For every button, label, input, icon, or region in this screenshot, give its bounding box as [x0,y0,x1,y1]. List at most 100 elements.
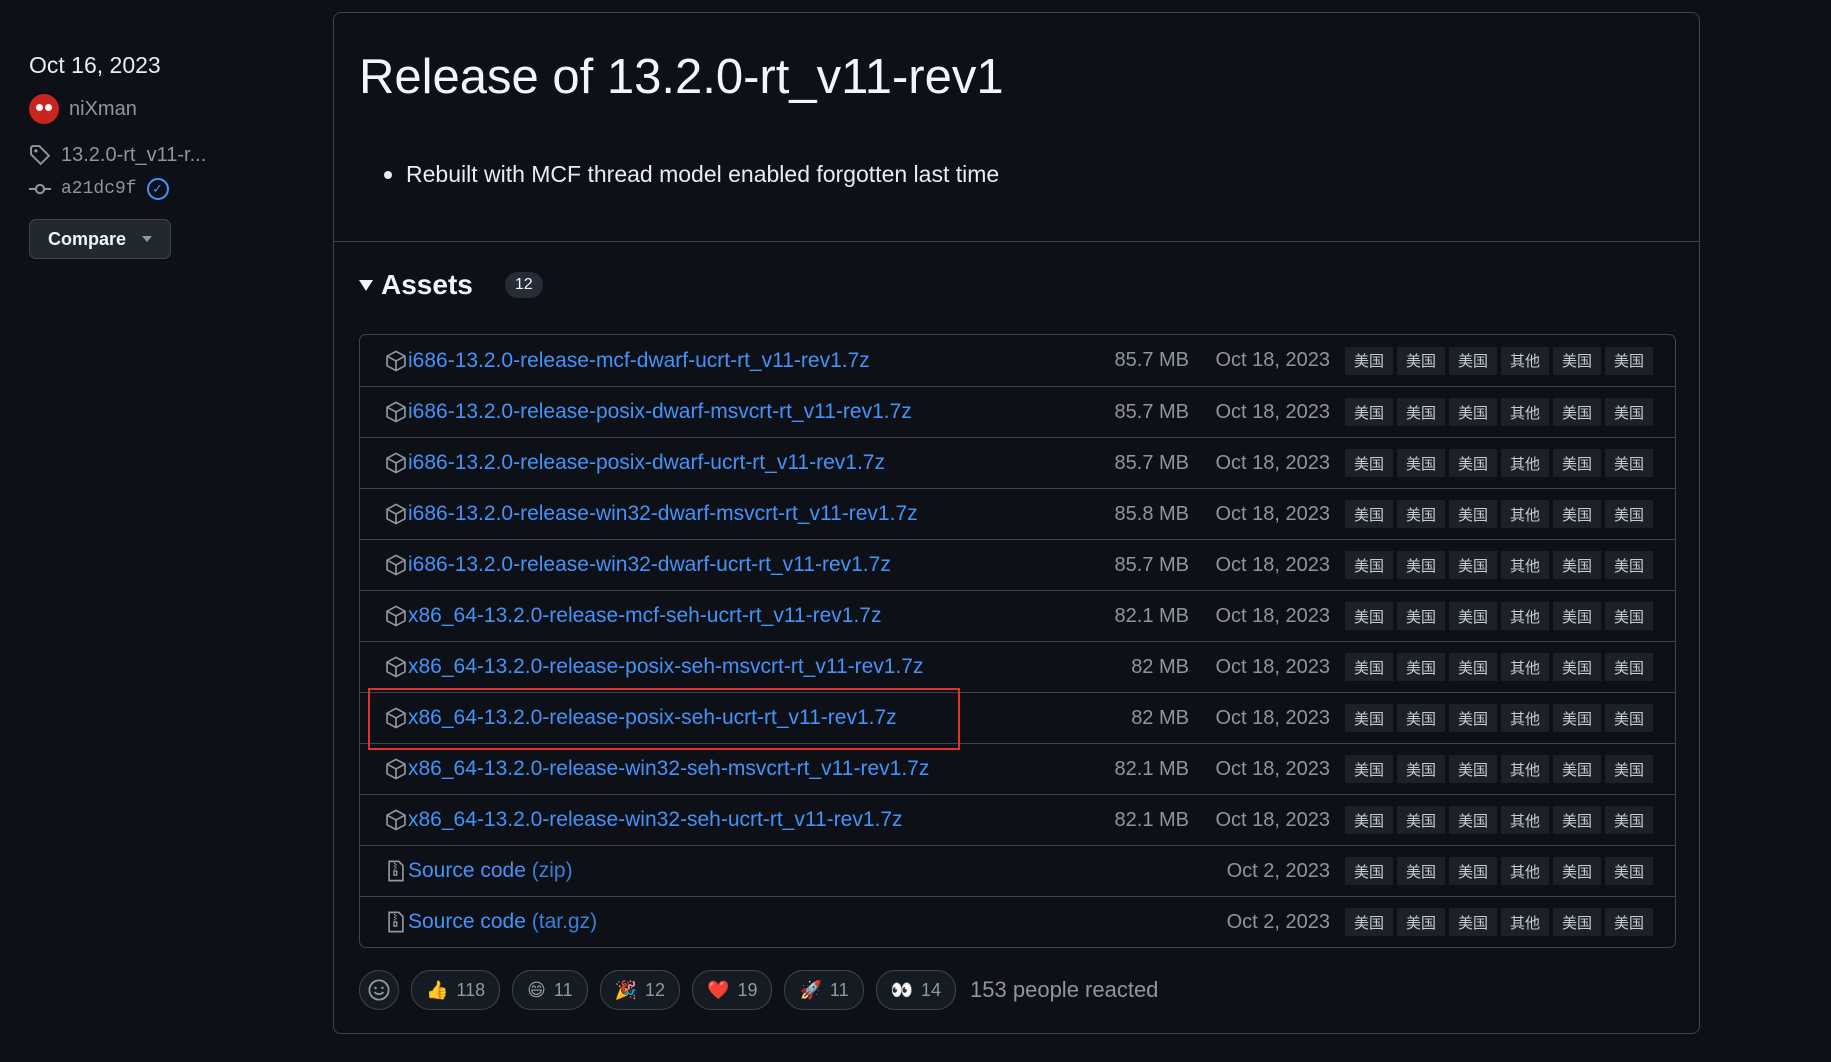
mirror-link[interactable]: 美国 [1397,346,1445,375]
mirror-link[interactable]: 美国 [1553,806,1601,834]
mirror-link[interactable]: 其他 [1501,346,1549,375]
mirror-link[interactable]: 美国 [1397,653,1445,681]
mirror-link[interactable]: 美国 [1553,908,1601,936]
asset-link[interactable]: Source code (tar.gz) [408,910,597,934]
assets-toggle[interactable]: Assets 12 [359,269,543,301]
mirror-link[interactable]: 美国 [1605,398,1653,426]
mirror-link[interactable]: 其他 [1501,653,1549,681]
mirror-link[interactable]: 美国 [1397,755,1445,783]
mirror-link[interactable]: 美国 [1449,346,1497,375]
mirror-link[interactable]: 美国 [1605,857,1653,885]
mirror-link[interactable]: 美国 [1605,908,1653,936]
mirror-link[interactable]: 美国 [1397,551,1445,579]
mirror-link[interactable]: 美国 [1605,755,1653,783]
compare-button[interactable]: Compare [29,219,172,259]
mirror-link[interactable]: 美国 [1345,449,1393,477]
mirror-link[interactable]: 美国 [1397,908,1445,936]
mirror-link[interactable]: 美国 [1397,704,1445,732]
asset-link[interactable]: i686-13.2.0-release-win32-dwarf-ucrt-rt_… [408,553,891,577]
mirror-link[interactable]: 美国 [1397,806,1445,834]
asset-link[interactable]: x86_64-13.2.0-release-win32-seh-ucrt-rt_… [408,808,903,832]
mirror-link[interactable]: 美国 [1397,857,1445,885]
mirror-link[interactable]: 美国 [1397,602,1445,630]
mirror-link[interactable]: 美国 [1345,500,1393,528]
mirror-link[interactable]: 其他 [1501,908,1549,936]
asset-link[interactable]: i686-13.2.0-release-posix-dwarf-ucrt-rt_… [408,451,885,475]
mirror-link[interactable]: 其他 [1501,602,1549,630]
mirror-link[interactable]: 美国 [1449,398,1497,426]
mirror-link[interactable]: 美国 [1345,857,1393,885]
asset-link[interactable]: Source code (zip) [408,859,573,883]
mirror-link[interactable]: 美国 [1553,653,1601,681]
avatar[interactable] [29,94,59,124]
mirror-link[interactable]: 美国 [1345,908,1393,936]
reaction-heart[interactable]: ❤️ 19 [692,970,773,1010]
mirror-link[interactable]: 美国 [1553,704,1601,732]
mirror-link[interactable]: 美国 [1345,398,1393,426]
mirror-link[interactable]: 其他 [1501,857,1549,885]
mirror-link[interactable]: 美国 [1605,653,1653,681]
mirror-link[interactable]: 美国 [1605,449,1653,477]
mirror-link[interactable]: 美国 [1553,449,1601,477]
mirror-link[interactable]: 美国 [1553,346,1601,375]
mirror-link[interactable]: 美国 [1397,398,1445,426]
mirror-link[interactable]: 美国 [1449,602,1497,630]
tag-name[interactable]: 13.2.0-rt_v11-r... [61,144,206,167]
tag-row[interactable]: 13.2.0-rt_v11-r... [29,139,299,171]
reaction-smile[interactable]: 😄 11 [512,970,588,1010]
mirror-link[interactable]: 美国 [1449,755,1497,783]
mirror-link[interactable]: 美国 [1449,551,1497,579]
mirror-link[interactable]: 其他 [1501,500,1549,528]
mirror-link[interactable]: 美国 [1397,449,1445,477]
mirror-link[interactable]: 美国 [1553,398,1601,426]
mirror-link[interactable]: 美国 [1449,449,1497,477]
mirror-link[interactable]: 其他 [1501,449,1549,477]
reaction-eyes[interactable]: 👀 14 [875,970,957,1010]
mirror-link[interactable]: 美国 [1345,602,1393,630]
verified-icon[interactable]: ✓ [146,178,169,200]
mirror-link[interactable]: 美国 [1605,346,1653,375]
mirror-link[interactable]: 美国 [1449,857,1497,885]
commit-row[interactable]: a21dc9f ✓ [29,173,299,205]
mirror-link[interactable]: 美国 [1345,806,1393,834]
mirror-link[interactable]: 美国 [1449,806,1497,834]
mirror-link[interactable]: 美国 [1553,602,1601,630]
reaction-rocket[interactable]: 🚀 11 [784,970,864,1010]
mirror-link[interactable]: 美国 [1345,704,1393,732]
author-row[interactable]: niXman [29,93,299,125]
release-title[interactable]: Release of 13.2.0-rt_v11-rev1 [359,49,1004,105]
mirror-link[interactable]: 美国 [1345,653,1393,681]
mirror-link[interactable]: 其他 [1501,551,1549,579]
reaction-tada[interactable]: 🎉 12 [599,970,681,1010]
mirror-link[interactable]: 美国 [1553,857,1601,885]
asset-link[interactable]: x86_64-13.2.0-release-win32-seh-msvcrt-r… [408,757,929,781]
mirror-link[interactable]: 美国 [1553,500,1601,528]
asset-link[interactable]: x86_64-13.2.0-release-mcf-seh-ucrt-rt_v1… [408,604,881,628]
asset-link[interactable]: i686-13.2.0-release-win32-dwarf-msvcrt-r… [408,502,918,526]
add-reaction-button[interactable] [359,970,399,1010]
commit-sha[interactable]: a21dc9f [61,179,137,199]
mirror-link[interactable]: 美国 [1449,908,1497,936]
mirror-link[interactable]: 其他 [1501,806,1549,834]
mirror-link[interactable]: 美国 [1449,653,1497,681]
mirror-link[interactable]: 美国 [1605,704,1653,732]
mirror-link[interactable]: 美国 [1397,500,1445,528]
mirror-link[interactable]: 美国 [1553,551,1601,579]
asset-link[interactable]: i686-13.2.0-release-posix-dwarf-msvcrt-r… [408,400,912,424]
author-name[interactable]: niXman [69,98,137,121]
mirror-link[interactable]: 其他 [1501,755,1549,783]
mirror-link[interactable]: 其他 [1501,398,1549,426]
reaction-thumbs-up[interactable]: 👍 118 [411,970,501,1010]
mirror-link[interactable]: 其他 [1501,704,1549,732]
asset-link[interactable]: i686-13.2.0-release-mcf-dwarf-ucrt-rt_v1… [408,349,870,373]
mirror-link[interactable]: 美国 [1449,500,1497,528]
mirror-link[interactable]: 美国 [1345,346,1393,375]
mirror-link[interactable]: 美国 [1605,806,1653,834]
mirror-link[interactable]: 美国 [1605,602,1653,630]
asset-link[interactable]: x86_64-13.2.0-release-posix-seh-msvcrt-r… [408,655,923,679]
mirror-link[interactable]: 美国 [1605,500,1653,528]
mirror-link[interactable]: 美国 [1553,755,1601,783]
mirror-link[interactable]: 美国 [1605,551,1653,579]
mirror-link[interactable]: 美国 [1449,704,1497,732]
mirror-link[interactable]: 美国 [1345,551,1393,579]
